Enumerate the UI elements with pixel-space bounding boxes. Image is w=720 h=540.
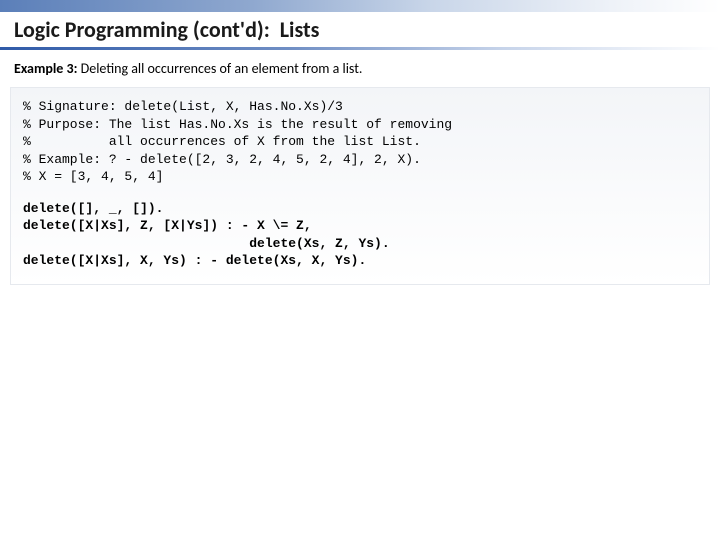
example-label-bold: Example 3: [14,60,77,77]
title-sub: Lists [280,16,320,43]
example-label-text: Deleting all occurrences of an element f… [77,60,362,77]
slide: Logic Programming (cont'd): Lists Exampl… [0,0,720,540]
code-rules: delete([], _, []). delete([X|Xs], Z, [X|… [23,200,697,270]
title-main: Logic Programming (cont'd): [14,16,270,43]
code-comment-5: % X = [3, 4, 5, 4] [23,169,163,184]
code-comment-1: % Signature: delete(List, X, Has.No.Xs)/… [23,99,343,114]
code-rule-2b: delete(Xs, Z, Ys). [23,236,390,251]
code-box: % Signature: delete(List, X, Has.No.Xs)/… [10,87,710,285]
code-comment-2: % Purpose: The list Has.No.Xs is the res… [23,117,452,132]
slide-title: Logic Programming (cont'd): Lists [0,12,720,45]
code-comment-3: % all occurrences of X from the list Lis… [23,134,421,149]
title-gradient-band [0,0,720,12]
code-rule-2: delete([X|Xs], Z, [X|Ys]) : - X \= Z, [23,218,312,233]
code-rule-1: delete([], _, []). [23,201,163,216]
code-comment-4: % Example: ? - delete([2, 3, 2, 4, 5, 2,… [23,152,421,167]
example-label: Example 3: Deleting all occurrences of a… [0,50,720,83]
code-rule-3: delete([X|Xs], X, Ys) : - delete(Xs, X, … [23,253,366,268]
